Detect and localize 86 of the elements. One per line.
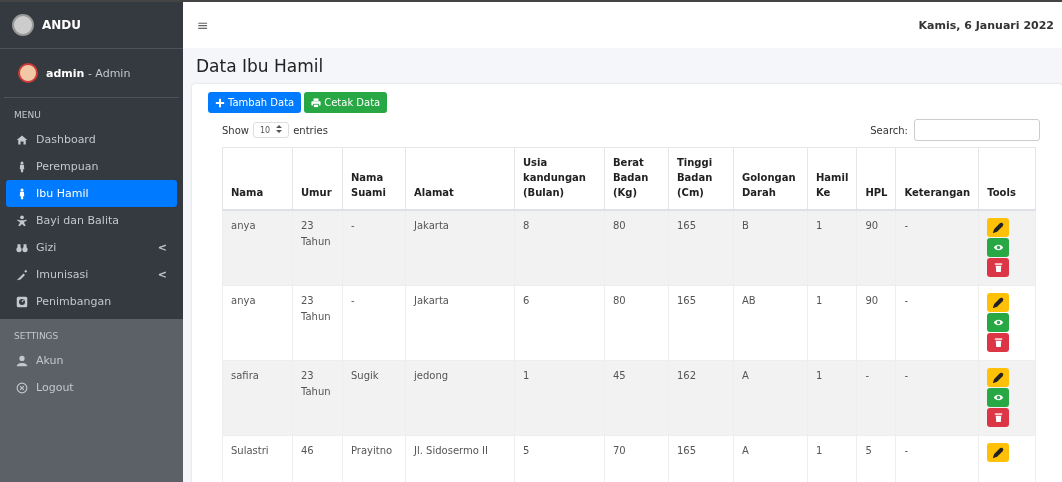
sidebar-item[interactable]: Penimbangan [6, 288, 177, 315]
pencil-icon [992, 372, 1004, 383]
close-circle-icon [16, 381, 28, 394]
pencil-icon [992, 222, 1004, 233]
table-cell: - [896, 285, 979, 361]
trash-icon [992, 337, 1004, 348]
add-data-button[interactable]: Tambah Data [208, 92, 302, 113]
avatar-icon [18, 63, 38, 83]
user-name: admin [46, 66, 85, 80]
table-cell: Jakarta [405, 285, 515, 361]
section-heading: MENU [13, 109, 42, 122]
binoculars-icon [16, 241, 28, 254]
table-cell: 80 [604, 210, 669, 286]
syringe-icon [16, 268, 28, 281]
table-cell: 45 [604, 360, 669, 436]
plus-icon [215, 97, 225, 108]
table-cell: 23 Tahun [292, 360, 343, 436]
table-cell: anya [222, 210, 293, 286]
sidebar-item[interactable]: Logout [6, 374, 177, 401]
sidebar-item[interactable]: Bayi dan Balita [6, 207, 177, 234]
search-field[interactable] [914, 119, 1040, 141]
edit-button[interactable] [987, 293, 1010, 312]
table-cell: - [342, 285, 406, 361]
sidebar-item[interactable]: Perempuan [6, 153, 177, 180]
menu-toggle[interactable]: ≡ [197, 17, 209, 33]
table-cell: - [896, 360, 979, 436]
entries-select[interactable]: 10 [253, 122, 290, 138]
table-cell: anya [222, 285, 293, 361]
table-cell: jedong [405, 360, 515, 436]
eye-icon [992, 317, 1004, 328]
table-cell: A [733, 360, 808, 436]
table-cell: 1 [807, 285, 857, 361]
pencil-icon [992, 297, 1004, 308]
section-heading: SETTINGS [13, 330, 60, 343]
edit-button[interactable] [987, 443, 1010, 462]
table-cell: AB [733, 285, 808, 361]
sidebar-item[interactable]: Ibu Hamil [6, 180, 177, 207]
user-icon [16, 354, 28, 367]
baby-icon [16, 214, 28, 227]
table-cell: 90 [856, 285, 896, 361]
sidebar-item[interactable]: Imunisasi < [6, 261, 177, 288]
delete-button[interactable] [987, 408, 1010, 427]
table-cell: 1 [514, 360, 605, 436]
table-cell: 165 [668, 210, 734, 286]
table-cell: 165 [668, 285, 734, 361]
table-cell: - [856, 360, 896, 436]
delete-button[interactable] [987, 333, 1010, 352]
table-cell: Jakarta [405, 210, 515, 286]
table-cell: - [342, 210, 406, 286]
sort-arrows-icon [276, 125, 283, 133]
pencil-icon [992, 447, 1004, 458]
search-label: Search: [870, 124, 908, 136]
table-cell: 23 Tahun [292, 210, 343, 286]
sidebar-item[interactable]: Gizi < [6, 234, 177, 261]
page-title: Data Ibu Hamil [195, 55, 325, 78]
table-cell: 8 [514, 210, 605, 286]
brand-title[interactable]: ANDU [42, 18, 82, 32]
delete-button[interactable] [987, 258, 1010, 277]
table-cell: B [733, 210, 808, 286]
sidebar-item[interactable]: Dashboard [6, 126, 177, 153]
home-icon [16, 133, 28, 146]
table-cell: 80 [604, 285, 669, 361]
date-label: Kamis, 6 Januari 2022 [918, 18, 1054, 32]
table-cell: 162 [668, 360, 734, 436]
table-cell: 23 Tahun [292, 285, 343, 361]
table-cell: 90 [856, 210, 896, 286]
table-cell: 1 [807, 210, 857, 286]
user-role: - Admin [87, 66, 131, 80]
edit-button[interactable] [987, 368, 1010, 387]
trash-icon [992, 262, 1004, 273]
trash-icon [992, 412, 1004, 423]
entries-label: entries [293, 124, 328, 136]
table-cell: safira [222, 360, 293, 436]
logo-icon [12, 14, 34, 36]
show-label: Show [222, 124, 249, 136]
table-cell: - [896, 210, 979, 286]
eye-icon [992, 392, 1004, 403]
table-cell: Sulastri [222, 435, 293, 482]
printer-icon [311, 97, 322, 108]
edit-button[interactable] [987, 218, 1010, 237]
table-cell: Sugik [342, 360, 406, 436]
eye-icon [992, 242, 1004, 253]
table-cell: 1 [807, 360, 857, 436]
table-cell: 6 [514, 285, 605, 361]
scale-icon [16, 295, 28, 308]
sidebar-item[interactable]: Akun [6, 347, 177, 374]
